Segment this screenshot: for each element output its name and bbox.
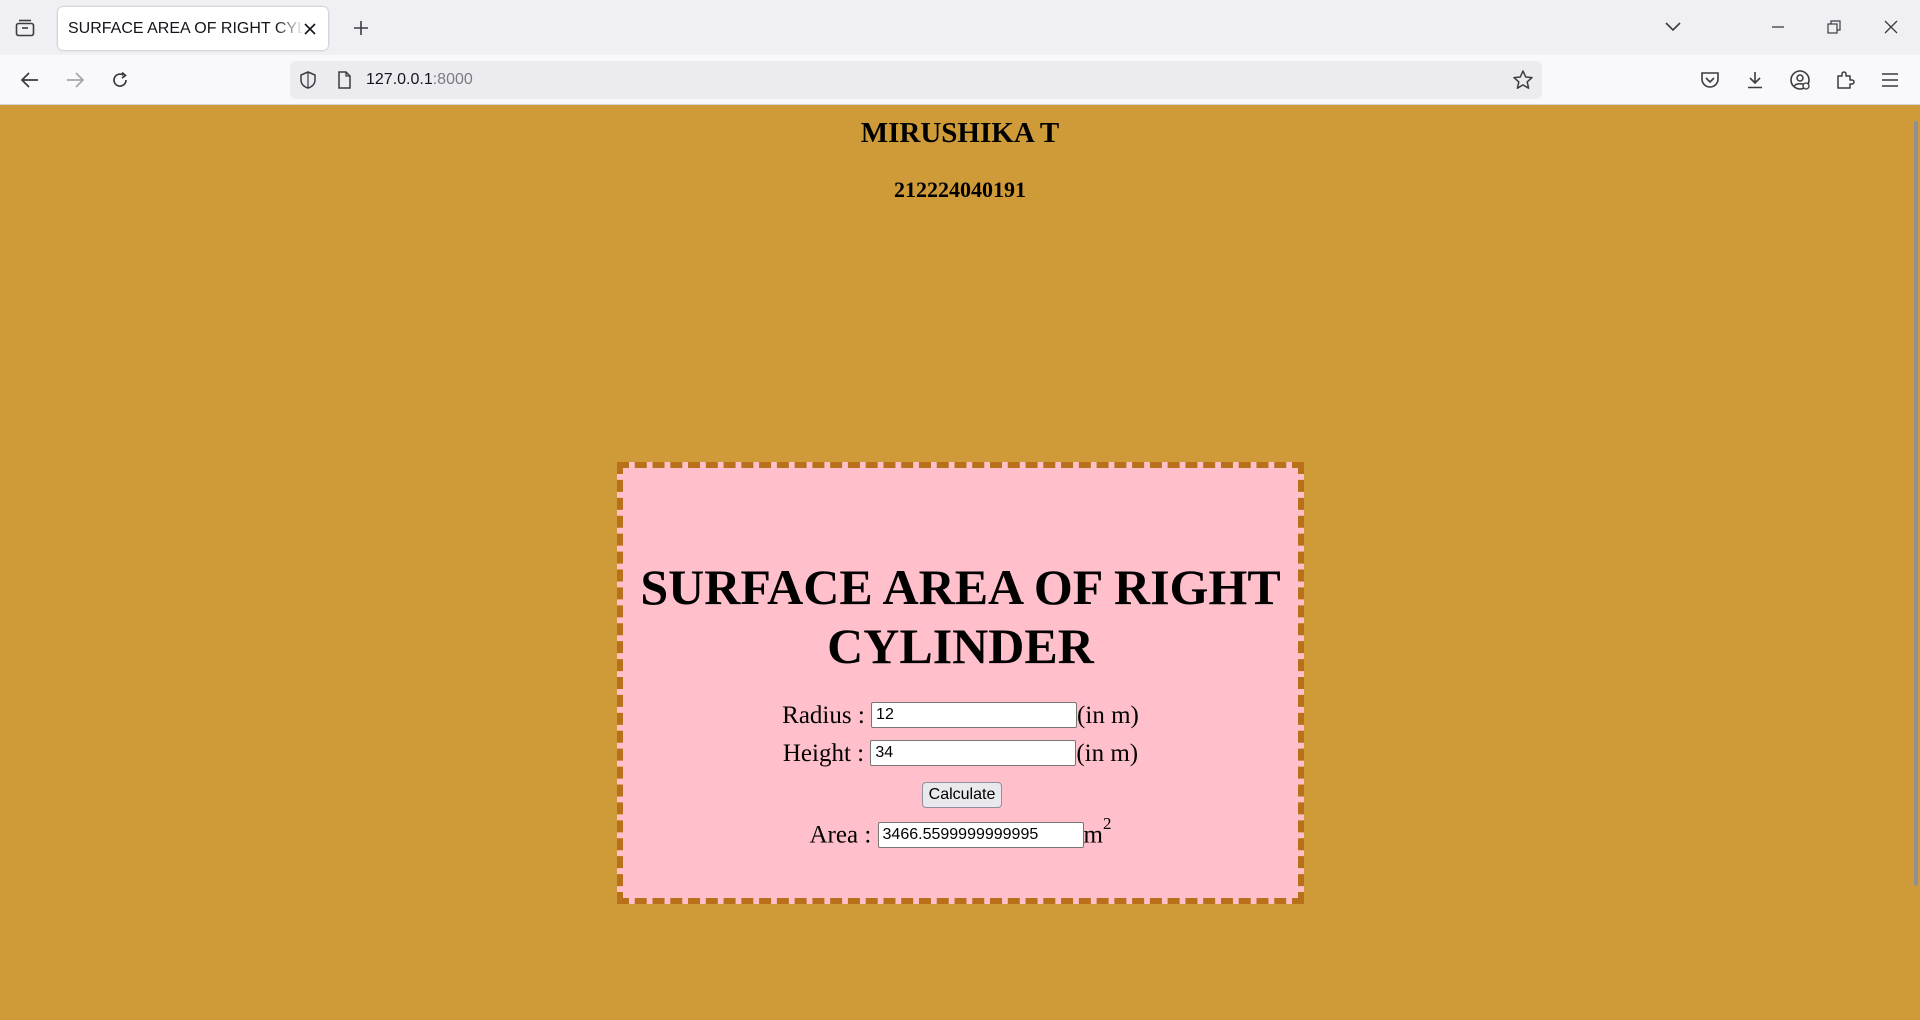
area-label: Area : [809, 821, 872, 849]
minimize-icon[interactable] [1760, 10, 1796, 44]
extensions-icon[interactable] [1829, 64, 1861, 96]
area-unit-exponent: 2 [1102, 814, 1112, 833]
url-host: 127.0.0.1 [366, 71, 433, 88]
register-number: 212224040191 [894, 177, 1026, 202]
download-icon[interactable] [1739, 64, 1771, 96]
radius-label: Radius : [782, 702, 865, 729]
star-icon[interactable] [1512, 69, 1534, 91]
close-icon[interactable] [300, 19, 320, 39]
account-icon[interactable] [1784, 64, 1816, 96]
height-row: Height : (in m) [623, 740, 1298, 768]
reload-icon[interactable] [104, 64, 136, 96]
radius-input[interactable] [871, 702, 1078, 729]
forward-arrow-icon[interactable] [59, 64, 91, 96]
url-port: :8000 [432, 71, 473, 88]
menu-icon[interactable] [1874, 64, 1906, 96]
height-unit: (in m) [1076, 740, 1139, 767]
back-arrow-icon[interactable] [14, 64, 46, 96]
tab-bar: SURFACE AREA OF RIGHT CYLINDER [0, 0, 1920, 55]
author-name: MIRUSHIKA T [860, 117, 1060, 149]
calculate-button[interactable]: Calculate [922, 782, 1002, 808]
url-bar[interactable]: 127.0.0.1:8000 [290, 61, 1542, 99]
tab-title: SURFACE AREA OF RIGHT CYLINDER [68, 20, 304, 37]
radius-row: Radius : (in m) [623, 702, 1298, 730]
page-content: MIRUSHIKA T 212224040191 SURFACE AREA OF… [0, 105, 1920, 1020]
navigation-toolbar: 127.0.0.1:8000 [0, 55, 1920, 105]
height-label: Height : [782, 740, 865, 767]
active-tab[interactable]: SURFACE AREA OF RIGHT CYLINDER [58, 7, 328, 50]
tab-list-icon[interactable] [10, 14, 40, 42]
restore-icon[interactable] [1816, 10, 1852, 44]
plus-icon[interactable] [346, 14, 376, 42]
calculator-card: SURFACE AREA OF RIGHT CYLINDER Radius : … [617, 462, 1304, 904]
vertical-scrollbar[interactable] [1914, 121, 1918, 886]
pocket-icon[interactable] [1694, 64, 1726, 96]
chevron-down-icon[interactable] [1655, 10, 1691, 44]
page-title: SURFACE AREA OF RIGHT CYLINDER [640, 559, 1281, 674]
height-input[interactable] [870, 740, 1077, 767]
area-unit: m [1083, 821, 1103, 849]
area-row: Area : m2 [623, 814, 1298, 850]
url-text[interactable]: 127.0.0.1:8000 [366, 71, 473, 89]
shield-icon[interactable] [298, 70, 318, 90]
area-output[interactable] [877, 821, 1084, 848]
window-close-icon[interactable] [1873, 10, 1909, 44]
radius-unit: (in m) [1077, 702, 1139, 729]
page-icon[interactable] [334, 70, 354, 90]
